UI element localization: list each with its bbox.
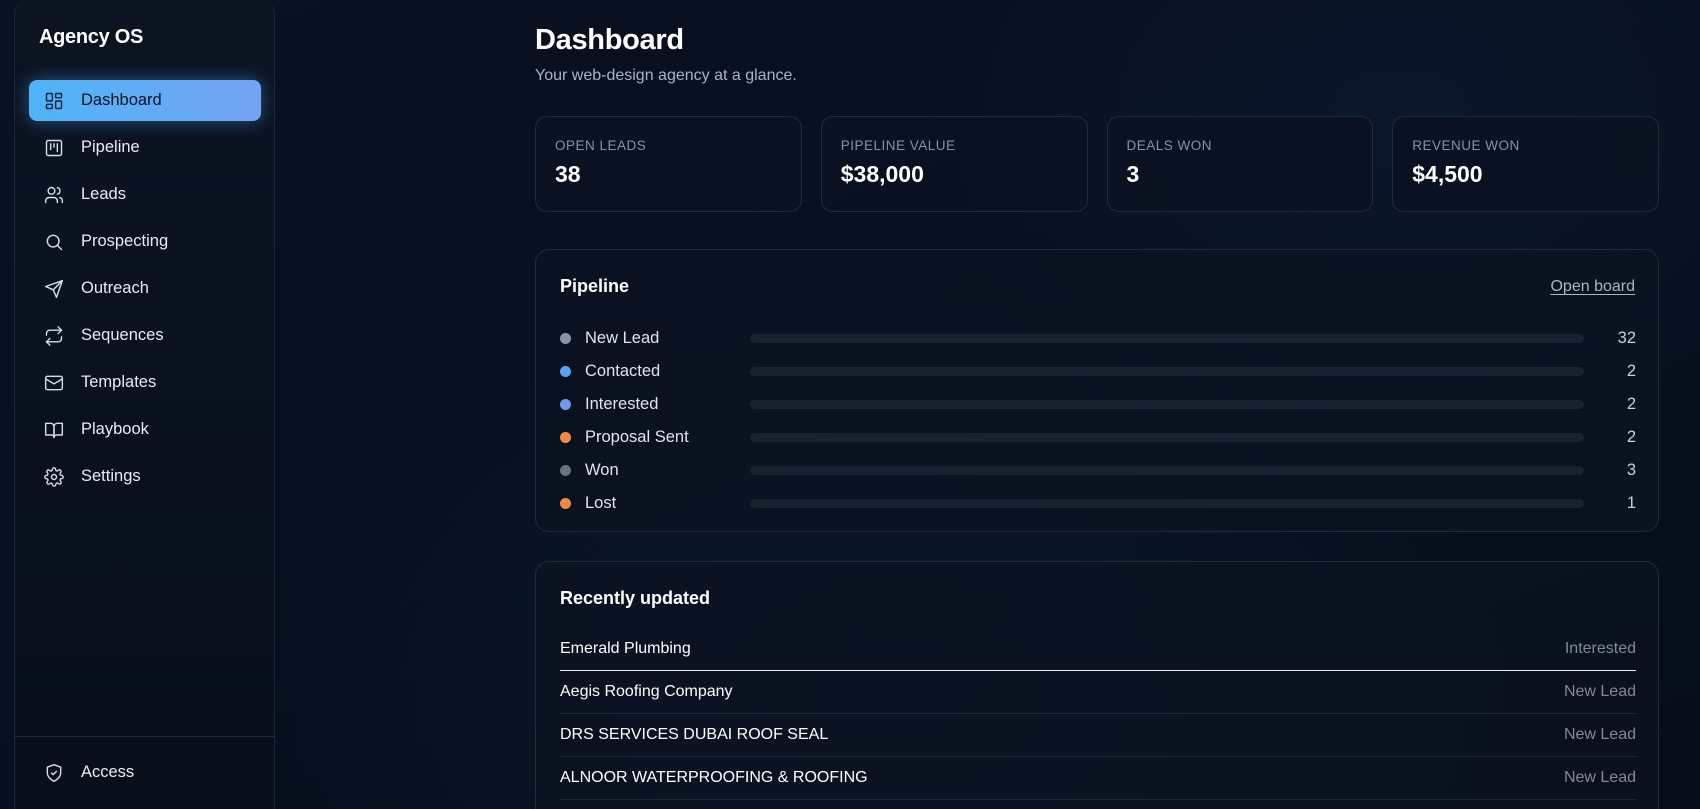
recent-list: Emerald Plumbing Interested Aegis Roofin…	[560, 628, 1636, 800]
open-board-link[interactable]: Open board	[1550, 278, 1635, 296]
sidebar-item-settings[interactable]: Settings	[29, 456, 261, 497]
pipeline-stage-row: Won 3	[560, 454, 1636, 487]
sidebar-item-leads[interactable]: Leads	[29, 174, 261, 215]
sidebar-item-dashboard[interactable]: Dashboard	[29, 80, 261, 121]
kanban-icon	[43, 137, 65, 159]
lead-status: New Lead	[1563, 683, 1636, 700]
stage-name: Won	[585, 461, 619, 479]
dashboard-grid-icon	[43, 90, 65, 112]
sidebar-nav: Dashboard Pipeline Leads Prospecting Out…	[29, 80, 261, 503]
sidebar-item-label: Dashboard	[81, 91, 162, 109]
pipeline-stage-row: Contacted 2	[560, 355, 1636, 388]
page-subtitle: Your web-design agency at a glance.	[535, 67, 797, 84]
sidebar-item-sequences[interactable]: Sequences	[29, 315, 261, 356]
recently-updated-title: Recently updated	[560, 588, 711, 608]
sidebar-item-label: Playbook	[81, 420, 149, 438]
sidebar-item-label: Templates	[81, 373, 157, 391]
sidebar-item-label: Sequences	[81, 326, 164, 344]
lead-name: Emerald Plumbing	[560, 640, 691, 657]
repeat-icon	[43, 325, 65, 347]
stage-count: 3	[1626, 461, 1636, 479]
stat-label: Open leads	[555, 138, 647, 153]
sidebar-item-label: Leads	[81, 185, 126, 203]
sidebar-item-label: Pipeline	[81, 138, 140, 156]
sidebar-item-label: Settings	[81, 467, 141, 485]
sidebar-item-pipeline[interactable]: Pipeline	[29, 127, 261, 168]
stat-card-deals-won: Deals won 3	[1106, 116, 1374, 212]
lead-name: Aegis Roofing Company	[560, 683, 733, 700]
stage-status-dot	[560, 333, 571, 344]
stage-status-dot	[560, 432, 571, 443]
lead-name: DRS SERVICES DUBAI ROOF SEAL	[560, 726, 829, 743]
stage-status-dot	[560, 498, 571, 509]
shield-check-icon	[43, 762, 65, 784]
list-item[interactable]: Aegis Roofing Company New Lead	[560, 671, 1636, 714]
lead-name: ALNOOR WATERPROOFING & ROOFING	[560, 769, 868, 786]
stage-name: Contacted	[585, 362, 661, 380]
stage-progress-track	[750, 334, 1584, 343]
stat-value: 38	[555, 161, 581, 187]
stat-card-revenue-won: Revenue won $4,500	[1392, 116, 1659, 212]
lead-status: New Lead	[1563, 769, 1636, 786]
mail-icon	[43, 372, 65, 394]
users-icon	[43, 184, 65, 206]
stat-label: Revenue won	[1412, 138, 1520, 153]
stage-status-dot	[560, 465, 571, 476]
stage-count: 2	[1626, 395, 1636, 413]
search-icon	[43, 231, 65, 253]
stat-value: $4,500	[1412, 161, 1483, 187]
lead-status: Interested	[1564, 640, 1636, 657]
stage-progress-track	[750, 466, 1584, 475]
page-title: Dashboard	[535, 24, 684, 56]
sidebar-item-prospecting[interactable]: Prospecting	[29, 221, 261, 262]
brand-title: Agency OS	[39, 26, 143, 48]
stage-name: Proposal Sent	[585, 428, 689, 446]
recently-updated-panel: Recently updated Emerald Plumbing Intere…	[535, 561, 1659, 809]
stat-label: Pipeline value	[840, 138, 956, 153]
stage-progress-track	[750, 367, 1584, 376]
sidebar-item-templates[interactable]: Templates	[29, 362, 261, 403]
stage-count: 32	[1617, 329, 1636, 347]
stage-name: Lost	[585, 494, 617, 512]
lead-status: New Lead	[1563, 726, 1636, 743]
sidebar-divider	[15, 736, 274, 737]
stage-progress-track	[750, 433, 1584, 442]
stat-label: Deals won	[1126, 138, 1213, 153]
stat-card-pipeline-value: Pipeline value $38,000	[820, 116, 1088, 212]
pipeline-stage-list: New Lead 32 Contacted 2 Interested 2 Pro…	[560, 322, 1636, 520]
list-item[interactable]: ALNOOR WATERPROOFING & ROOFING New Lead	[560, 757, 1636, 800]
stage-status-dot	[560, 399, 571, 410]
pipeline-stage-row: New Lead 32	[560, 322, 1636, 355]
stage-name: Interested	[585, 395, 659, 413]
pipeline-stage-row: Interested 2	[560, 388, 1636, 421]
sidebar-item-label: Access	[81, 763, 135, 781]
sidebar-item-label: Prospecting	[81, 232, 169, 250]
stage-count: 1	[1626, 494, 1636, 512]
gear-icon	[43, 466, 65, 488]
stat-card-open-leads: Open leads 38	[535, 116, 802, 212]
stage-progress-track	[750, 499, 1584, 508]
pipeline-stage-row: Proposal Sent 2	[560, 421, 1636, 454]
stage-progress-track	[750, 400, 1584, 409]
list-item[interactable]: Emerald Plumbing Interested	[560, 628, 1636, 671]
stage-status-dot	[560, 366, 571, 377]
stats-row: Open leads 38 Pipeline value $38,000 Dea…	[535, 116, 1659, 212]
stage-count: 2	[1626, 362, 1636, 380]
stat-value: $38,000	[840, 161, 924, 187]
pipeline-panel: Pipeline Open board New Lead 32 Contacte…	[535, 249, 1659, 532]
sidebar-item-outreach[interactable]: Outreach	[29, 268, 261, 309]
sidebar-item-access[interactable]: Access	[29, 752, 261, 793]
sidebar-item-label: Outreach	[81, 279, 149, 297]
stat-value: 3	[1126, 161, 1140, 187]
stage-count: 2	[1626, 428, 1636, 446]
book-icon	[43, 419, 65, 441]
pipeline-title: Pipeline	[560, 276, 630, 296]
sidebar-item-playbook[interactable]: Playbook	[29, 409, 261, 450]
stage-name: New Lead	[585, 329, 660, 347]
sidebar: Agency OS Dashboard Pipeline Leads Prosp…	[14, 0, 275, 809]
send-icon	[43, 278, 65, 300]
pipeline-stage-row: Lost 1	[560, 487, 1636, 520]
list-item[interactable]: DRS SERVICES DUBAI ROOF SEAL New Lead	[560, 714, 1636, 757]
